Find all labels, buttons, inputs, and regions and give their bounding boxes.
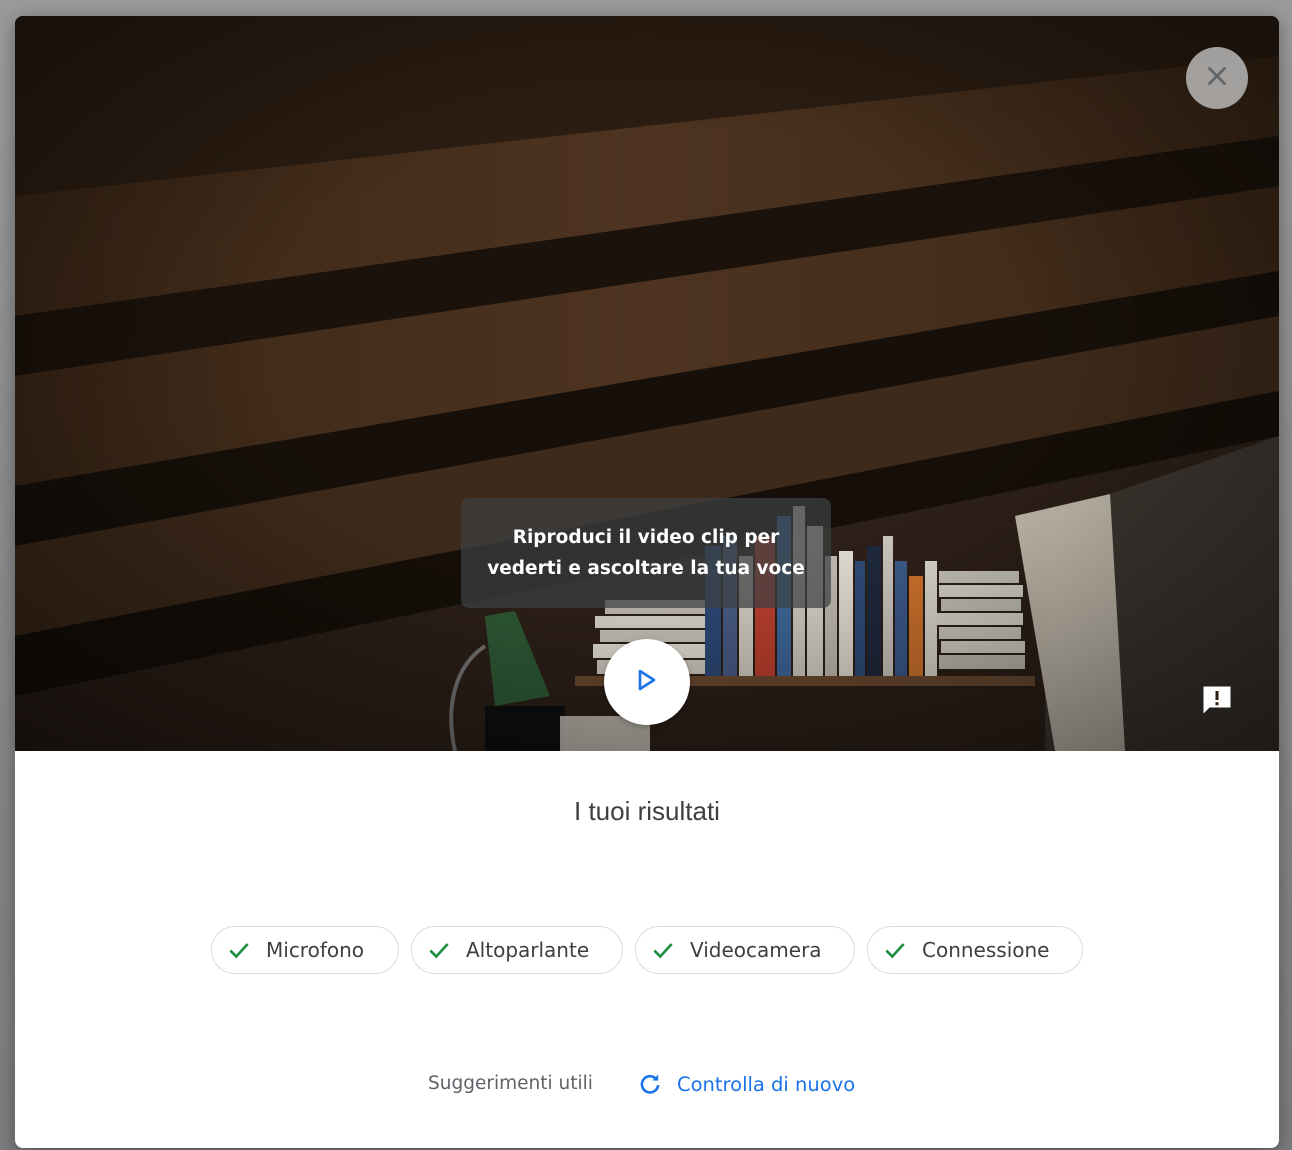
feedback-icon (1199, 682, 1235, 723)
play-hint-text: Riproduci il video clip per vederti e as… (487, 527, 805, 579)
feedback-button[interactable] (1193, 678, 1241, 726)
play-hint-tooltip: Riproduci il video clip per vederti e as… (461, 498, 831, 608)
play-icon (636, 668, 658, 697)
helpful-tips-link[interactable]: Suggerimenti utili (428, 1073, 593, 1094)
chip-label: Altoparlante (466, 938, 590, 962)
check-icon (882, 936, 910, 964)
chip-label: Connessione (922, 938, 1050, 962)
chip-label: Microfono (266, 938, 365, 962)
close-button[interactable] (1186, 47, 1248, 109)
check-icon (650, 936, 678, 964)
check-icon (426, 936, 454, 964)
results-dialog: Riproduci il video clip per vederti e as… (15, 16, 1279, 1148)
chip-microphone[interactable]: Microfono (211, 926, 399, 974)
video-preview: Riproduci il video clip per vederti e as… (15, 16, 1279, 751)
check-again-button[interactable]: Controlla di nuovo (637, 1069, 855, 1099)
chip-speaker[interactable]: Altoparlante (411, 926, 623, 974)
chip-label: Videocamera (690, 938, 822, 962)
close-icon (1204, 63, 1230, 94)
play-button[interactable] (604, 639, 690, 725)
refresh-icon (637, 1069, 667, 1099)
check-icon (226, 936, 254, 964)
check-results-list: Microfono Altoparlante Videocamera Conne… (15, 926, 1279, 976)
results-title: I tuoi risultati (574, 796, 720, 826)
chip-connection[interactable]: Connessione (867, 926, 1083, 974)
check-again-label: Controlla di nuovo (677, 1072, 856, 1096)
chip-camera[interactable]: Videocamera (635, 926, 855, 974)
